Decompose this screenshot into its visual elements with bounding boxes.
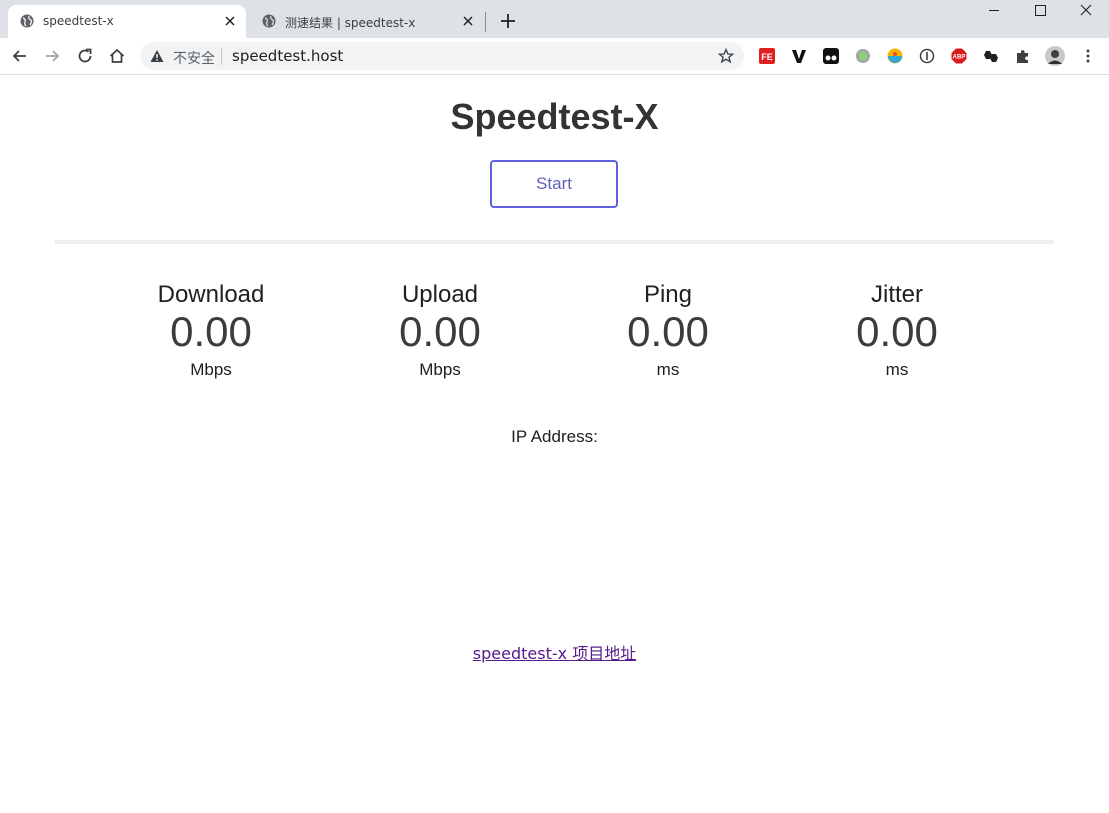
bookmark-star-icon[interactable]	[718, 48, 734, 64]
back-arrow-icon[interactable]	[10, 46, 30, 66]
address-divider	[221, 48, 222, 65]
home-icon[interactable]	[107, 46, 127, 66]
jitter-value: 0.00	[856, 308, 938, 355]
v-icon[interactable]	[791, 48, 807, 64]
ip-address-label: IP Address:	[511, 427, 598, 446]
ip-address-row: IP Address:	[0, 427, 1109, 447]
test-progress-bar	[55, 240, 1054, 244]
adblock-plus-icon[interactable]: ABP	[951, 48, 967, 64]
ping-value: 0.00	[627, 308, 709, 355]
reload-icon[interactable]	[75, 46, 95, 66]
warning-icon[interactable]	[150, 49, 164, 63]
upload-value: 0.00	[399, 308, 481, 355]
download-value: 0.00	[170, 308, 252, 355]
download-unit: Mbps	[190, 360, 232, 379]
close-tab-icon[interactable]	[222, 13, 238, 29]
page-title: Speedtest-X	[450, 96, 659, 137]
ublock-icon[interactable]	[887, 48, 903, 64]
jitter-label: Jitter	[870, 281, 923, 308]
puzzle-icon[interactable]	[1015, 48, 1031, 64]
fe-helper-label: FE	[761, 52, 773, 62]
ping-label: Ping	[643, 281, 693, 308]
adblock-plus-label: ABP	[953, 55, 966, 61]
upload-metric: Upload 0.00 Mbps	[340, 281, 540, 381]
download-metric: Download 0.00 Mbps	[111, 281, 311, 381]
jitter-metric: Jitter 0.00 ms	[797, 281, 997, 381]
address-bar[interactable]: 不安全 speedtest.host	[140, 42, 744, 70]
browser-toolbar: 不安全 speedtest.host FE ABP	[0, 38, 1109, 75]
minimize-icon[interactable]	[971, 0, 1017, 22]
url-text[interactable]: speedtest.host	[232, 47, 343, 65]
tab-title: 测速结果 | speedtest-x	[285, 16, 416, 30]
circle-icon[interactable]	[855, 48, 871, 64]
honey-icon[interactable]	[983, 48, 999, 64]
upload-unit: Mbps	[419, 360, 461, 379]
info-icon[interactable]	[919, 48, 935, 64]
browser-tabstrip: speedtest-x 测速结果 | speedtest-x	[0, 0, 1109, 38]
project-link[interactable]: speedtest-x 项目地址	[473, 644, 636, 663]
tab-title: speedtest-x	[43, 14, 114, 28]
project-link-row: speedtest-x 项目地址	[0, 640, 1109, 664]
start-button[interactable]: Start	[490, 160, 618, 208]
tab-separator	[485, 12, 486, 32]
maximize-icon[interactable]	[1017, 0, 1063, 22]
upload-label: Upload	[401, 281, 479, 308]
security-status-label[interactable]: 不安全	[173, 48, 215, 68]
fe-helper-icon[interactable]: FE	[759, 48, 775, 64]
globe-icon	[262, 14, 276, 28]
ping-metric: Ping 0.00 ms	[568, 281, 768, 381]
new-tab-icon[interactable]	[497, 10, 519, 32]
profile-avatar[interactable]	[1045, 46, 1065, 66]
tab-test-results[interactable]: 测速结果 | speedtest-x	[250, 5, 484, 38]
close-window-icon[interactable]	[1063, 0, 1109, 22]
tab-speedtest-x[interactable]: speedtest-x	[8, 5, 246, 38]
close-tab-icon[interactable]	[460, 13, 476, 29]
tampermonkey-icon[interactable]	[823, 48, 839, 64]
globe-icon	[20, 14, 34, 28]
jitter-unit: ms	[885, 360, 909, 379]
forward-arrow-icon[interactable]	[42, 46, 62, 66]
more-menu-icon[interactable]	[1080, 48, 1096, 64]
ping-unit: ms	[656, 360, 680, 379]
download-label: Download	[157, 281, 265, 308]
